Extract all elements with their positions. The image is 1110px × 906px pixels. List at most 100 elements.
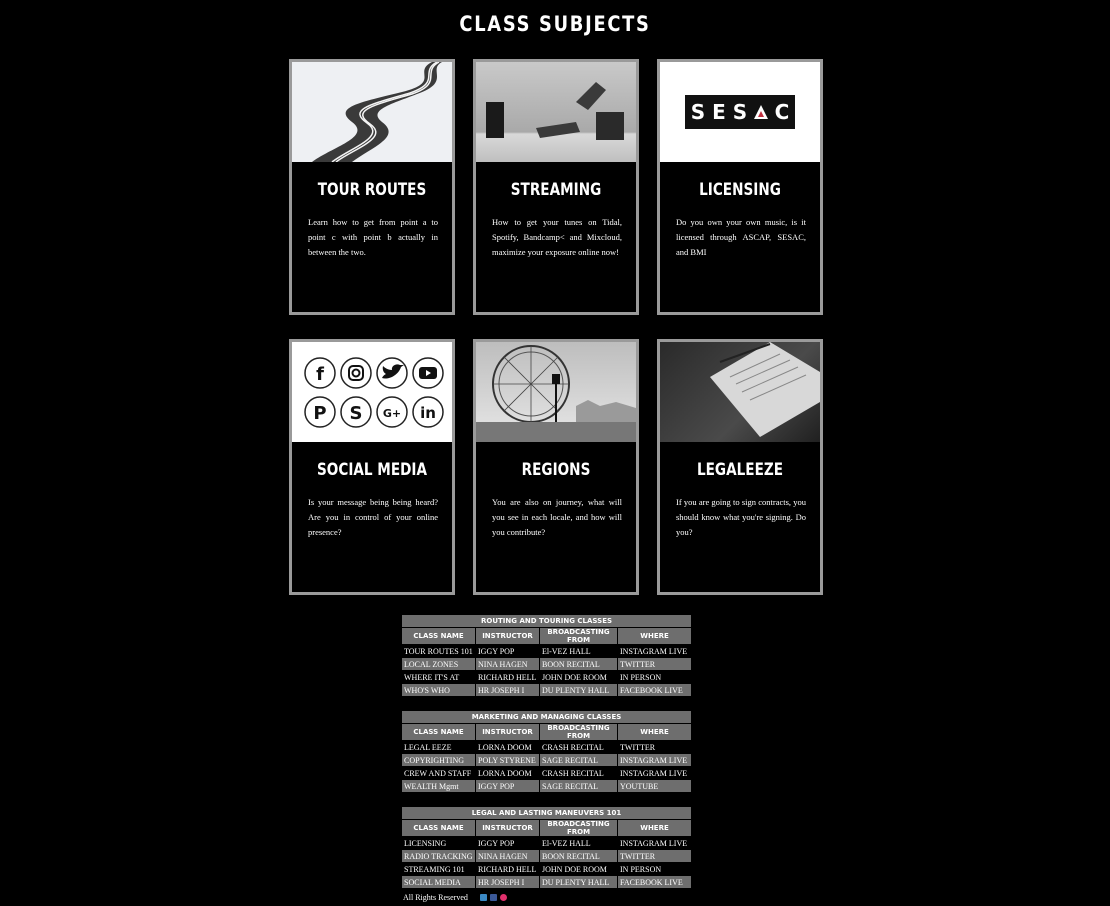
table-row: WHO'S WHO HR JOSEPH I DU PLENTY HALL FAC… <box>401 683 693 697</box>
table-cell: INSTAGRAM LIVE <box>616 766 693 780</box>
table-cell: SAGE RECITAL <box>539 779 618 793</box>
routing-touring-table: ROUTING AND TOURING CLASSES CLASS NAME I… <box>400 614 693 697</box>
table-cell: WHERE IT'S AT <box>401 670 476 684</box>
table-cell: CRASH RECITAL <box>539 740 618 754</box>
column-header: CLASS NAME <box>401 723 476 741</box>
card-regions[interactable]: REGIONS You are also on journey, what wi… <box>473 339 639 595</box>
table-cell: RADIO TRACKING <box>401 849 476 863</box>
column-header: CLASS NAME <box>401 819 476 837</box>
table-cell: CREW AND STAFF <box>401 766 476 780</box>
table-row: TOUR ROUTES 101 IGGY POP El-VEZ HALL INS… <box>401 644 693 658</box>
table-row: COPYRIGHTING POLY STYRENE SAGE RECITAL I… <box>401 753 693 767</box>
skype-icon: S <box>350 403 363 424</box>
table-cell: TOUR ROUTES 101 <box>401 644 476 658</box>
copyright-text: All Rights Reserved <box>403 893 468 902</box>
table-cell: LEGAL EEZE <box>401 740 476 754</box>
table-cell: BOON RECITAL <box>539 849 618 863</box>
instagram-icon <box>348 365 364 381</box>
table-cell: JOHN DOE ROOM <box>539 862 618 876</box>
card-licensing[interactable]: S E S C LICENSING Do you own your own mu… <box>657 59 823 315</box>
table-cell: IGGY POP <box>475 836 540 850</box>
card-description: Learn how to get from point a to point c… <box>308 217 438 257</box>
table-cell: HR JOSEPH I <box>475 683 540 697</box>
table-row: LOCAL ZONES NINA HAGEN BOON RECITAL TWIT… <box>401 657 693 671</box>
table-cell: El-VEZ HALL <box>539 836 618 850</box>
page-title: CLASS SUBJECTS <box>459 12 651 36</box>
legal-lasting-table: LEGAL AND LASTING MANEUVERS 101 CLASS NA… <box>401 806 692 889</box>
table-cell: RICHARD HELL <box>475 670 540 684</box>
table-cell: IGGY POP <box>475 644 540 658</box>
table-row: LICENSING IGGY POP El-VEZ HALL INSTAGRAM… <box>401 836 692 850</box>
table-cell: SAGE RECITAL <box>539 753 618 767</box>
table-cell: NINA HAGEN <box>475 657 540 671</box>
table-cell: IN PERSON <box>617 862 692 876</box>
table-cell: HR JOSEPH I <box>475 875 540 889</box>
card-description: You are also on journey, what will you s… <box>492 497 622 537</box>
table-cell: El-VEZ HALL <box>539 644 618 658</box>
column-header: INSTRUCTOR <box>475 627 540 645</box>
facebook-icon[interactable] <box>489 894 497 901</box>
table-cell: DU PLENTY HALL <box>539 875 618 889</box>
table-caption: LEGAL AND LASTING MANEUVERS 101 <box>401 806 692 820</box>
column-header: WHERE <box>617 819 692 837</box>
table-cell: TWITTER <box>616 657 693 671</box>
card-tour-routes[interactable]: TOUR ROUTES Learn how to get from point … <box>289 59 455 315</box>
sesac-logo: S E S C <box>660 62 820 162</box>
column-header: BROADCASTING FROM <box>539 627 618 645</box>
table-cell: TWITTER <box>616 740 693 754</box>
ferris-wheel-image <box>476 342 636 442</box>
table-cell: NINA HAGEN <box>475 849 540 863</box>
column-header: CLASS NAME <box>401 627 476 645</box>
linkedin-icon: in <box>420 404 436 422</box>
card-title: STREAMING <box>510 180 602 200</box>
table-row: CREW AND STAFF LORNA DOOM CRASH RECITAL … <box>401 766 693 780</box>
footer: All Rights Reserved <box>403 893 507 902</box>
table-cell: LOCAL ZONES <box>401 657 476 671</box>
column-header: BROADCASTING FROM <box>539 819 618 837</box>
table-cell: INSTAGRAM LIVE <box>616 753 693 767</box>
table-cell: IGGY POP <box>475 779 540 793</box>
card-title: LICENSING <box>699 180 781 200</box>
column-header: WHERE <box>616 627 693 645</box>
table-cell: YOUTUBE <box>616 779 693 793</box>
road-image <box>292 62 452 162</box>
table-caption: MARKETING AND MANAGING CLASSES <box>400 710 693 724</box>
table-cell: JOHN DOE ROOM <box>539 670 618 684</box>
contract-image <box>660 342 820 442</box>
table-row: WHERE IT'S AT RICHARD HELL JOHN DOE ROOM… <box>401 670 693 684</box>
card-title: REGIONS <box>521 460 591 480</box>
card-streaming[interactable]: STREAMING How to get your tunes on Tidal… <box>473 59 639 315</box>
table-cell: IN PERSON <box>616 670 693 684</box>
column-header: INSTRUCTOR <box>475 723 540 741</box>
table-cell: CRASH RECITAL <box>539 766 618 780</box>
marketing-managing-table: MARKETING AND MANAGING CLASSES CLASS NAM… <box>400 710 693 793</box>
card-title: TOUR ROUTES <box>317 180 427 200</box>
column-header: BROADCASTING FROM <box>539 723 618 741</box>
card-description: How to get your tunes on Tidal, Spotify,… <box>492 217 622 257</box>
column-header: WHERE <box>616 723 693 741</box>
table-cell: TWITTER <box>617 849 692 863</box>
table-cell: WHO'S WHO <box>401 683 476 697</box>
table-cell: WEALTH Mgmt <box>401 779 476 793</box>
table-row: RADIO TRACKING NINA HAGEN BOON RECITAL T… <box>401 849 692 863</box>
card-social-media[interactable]: f P S G+ in SOCIAL MEDIA Is your message… <box>289 339 455 595</box>
card-title: SOCIAL MEDIA <box>316 460 428 480</box>
table-cell: LORNA DOOM <box>475 766 540 780</box>
table-row: STREAMING 101 RICHARD HELL JOHN DOE ROOM… <box>401 862 692 876</box>
table-cell: INSTAGRAM LIVE <box>617 836 692 850</box>
table-cell: BOON RECITAL <box>539 657 618 671</box>
table-cell: POLY STYRENE <box>475 753 540 767</box>
google-plus-icon: G+ <box>383 407 401 420</box>
table-cell: FACEBOOK LIVE <box>616 683 693 697</box>
card-legaleeze[interactable]: LEGALEEZE If you are going to sign contr… <box>657 339 823 595</box>
column-header: INSTRUCTOR <box>475 819 540 837</box>
instagram-icon[interactable] <box>499 894 507 901</box>
twitter-icon[interactable] <box>479 894 487 901</box>
table-row: WEALTH Mgmt IGGY POP SAGE RECITAL YOUTUB… <box>401 779 693 793</box>
listener-image <box>476 62 636 162</box>
card-description: Do you own your own music, is it license… <box>676 217 806 257</box>
card-title: LEGALEEZE <box>696 460 784 480</box>
table-cell: DU PLENTY HALL <box>539 683 618 697</box>
card-description: Is your message being being heard? Are y… <box>308 497 438 537</box>
table-row: SOCIAL MEDIA HR JOSEPH I DU PLENTY HALL … <box>401 875 692 889</box>
